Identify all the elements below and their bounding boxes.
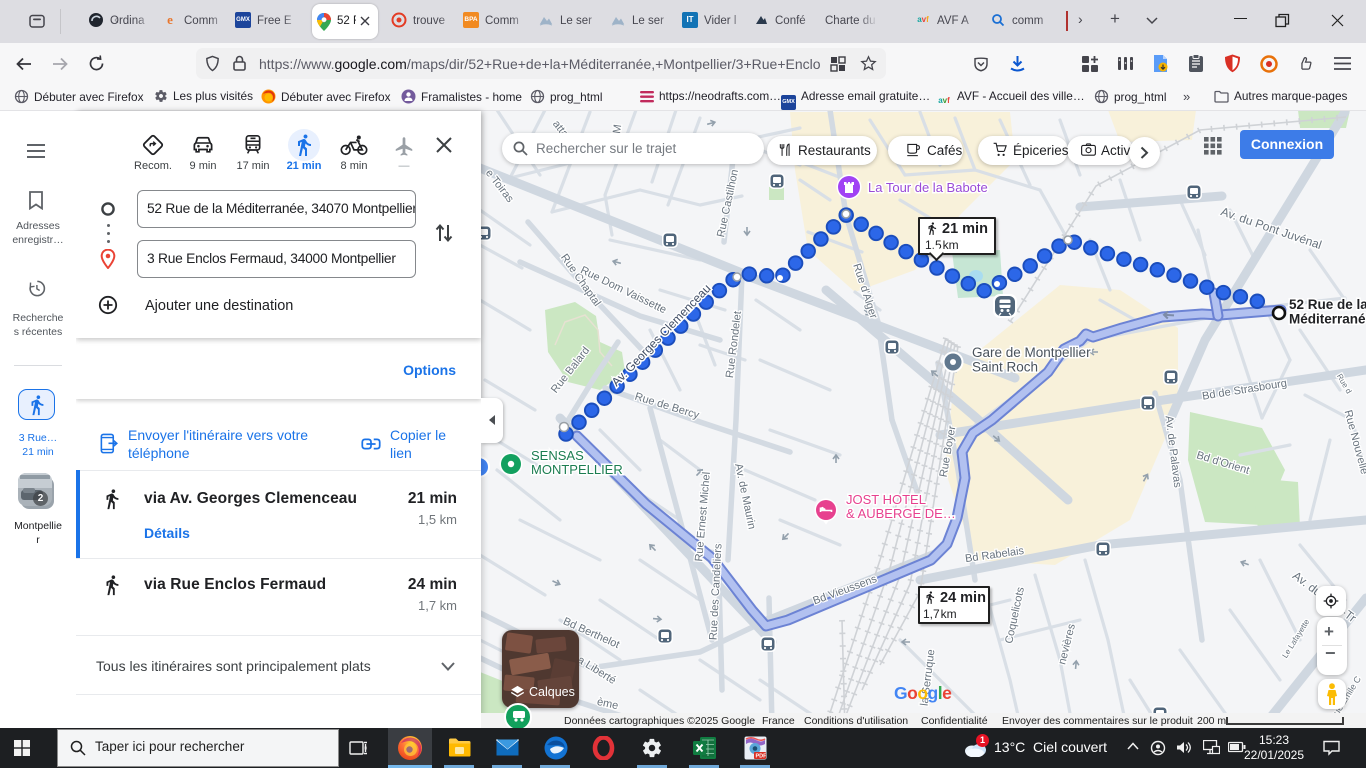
svg-text:La Tour de la Babote: La Tour de la Babote — [868, 180, 988, 195]
svg-text:PDF: PDF — [756, 754, 768, 760]
svg-text:52 Rue de laMéditerrané: 52 Rue de laMéditerrané — [1289, 297, 1366, 327]
